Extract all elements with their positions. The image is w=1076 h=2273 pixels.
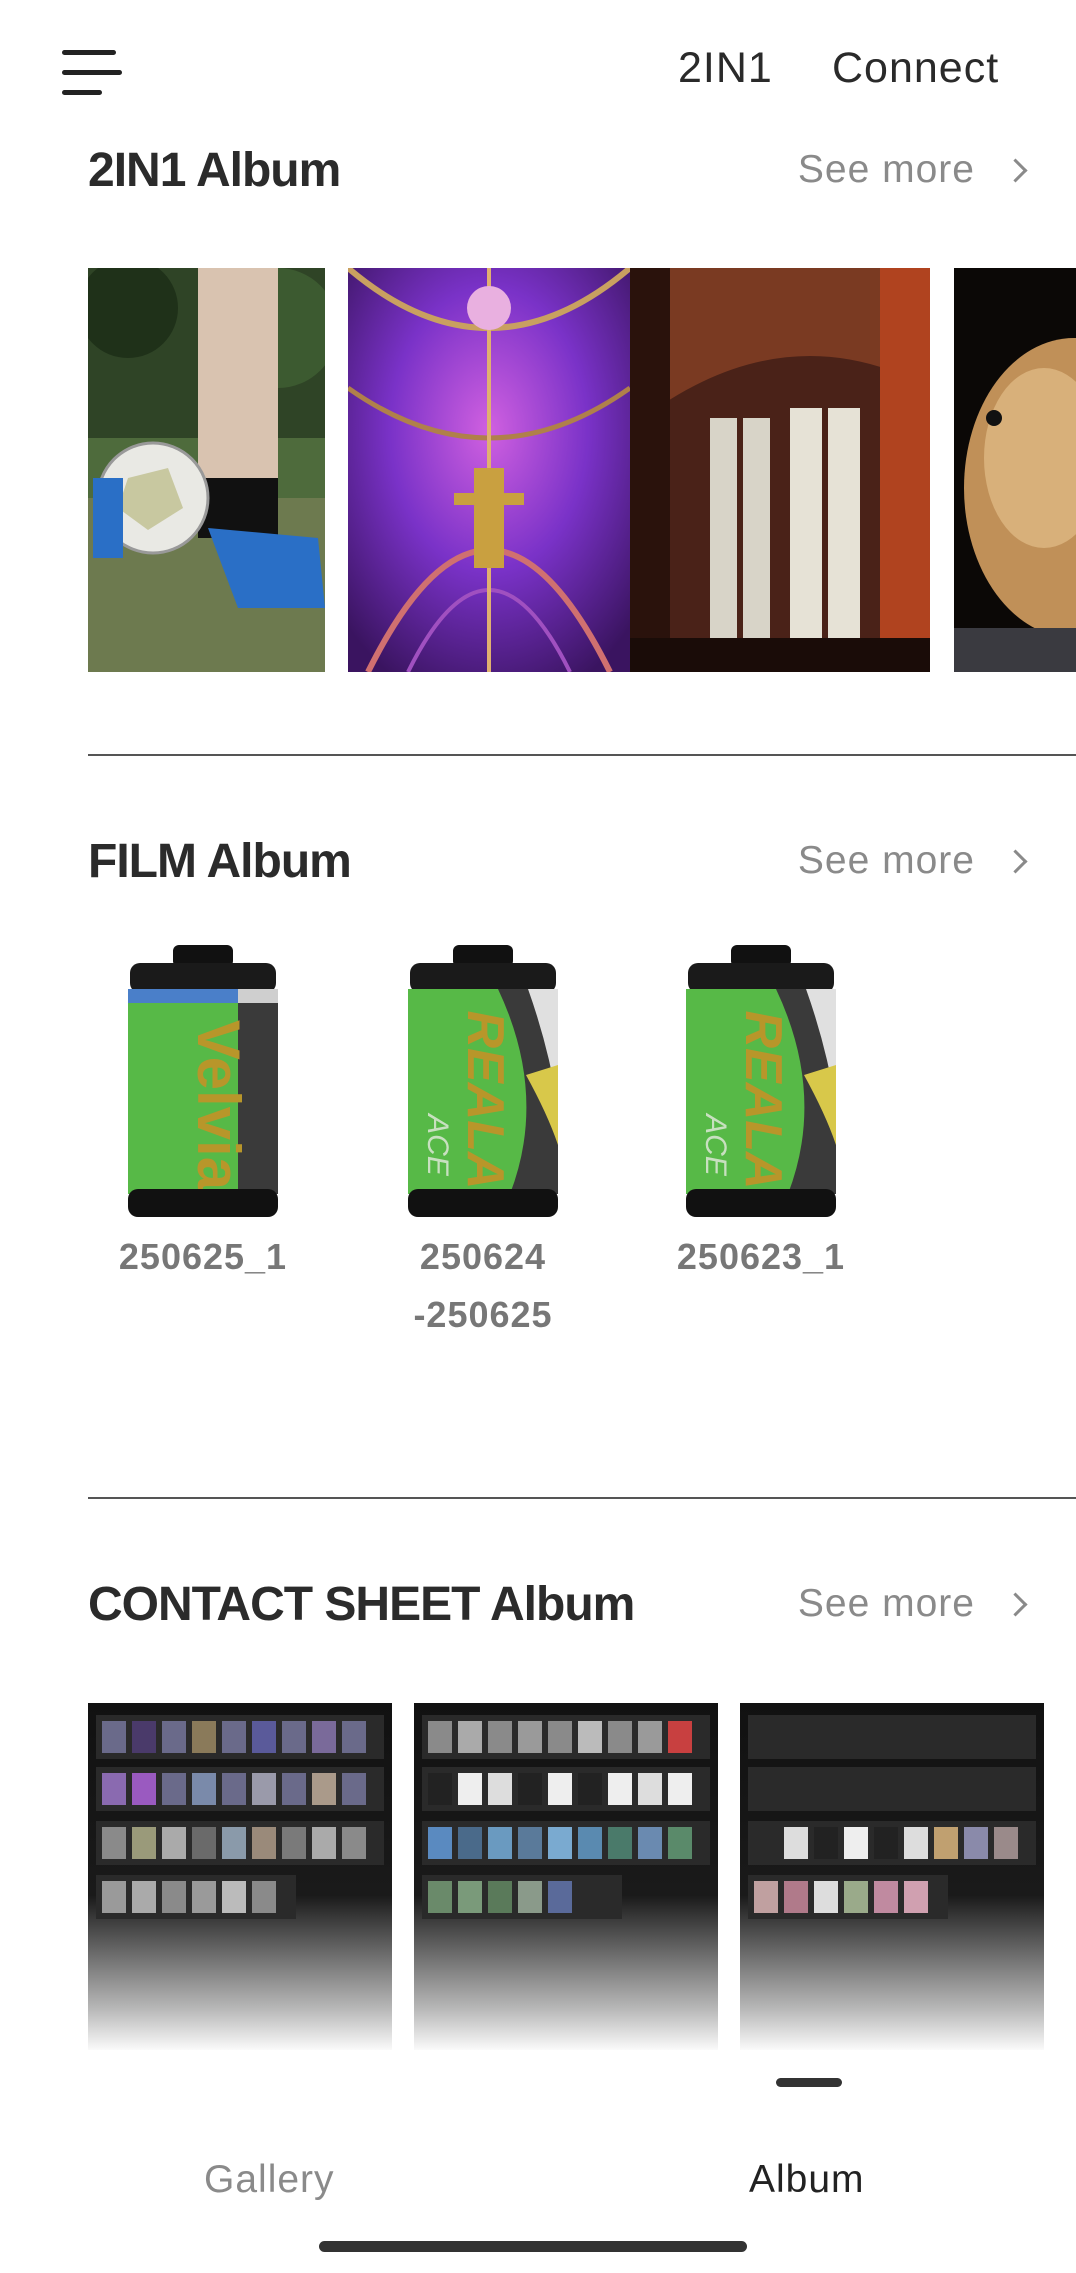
menu-icon[interactable] [62, 50, 122, 96]
film-roll-label: 250623_1 [676, 1236, 846, 1277]
see-more-label: See more [797, 839, 975, 882]
contact-sheet-thumbnail[interactable] [88, 1703, 392, 2053]
see-more-2in1-button[interactable]: See more [797, 148, 1028, 192]
film-brand-text: Velvia [185, 1020, 252, 1191]
film-roll-label: 250625_1 [118, 1236, 288, 1277]
film-sub-text: ACE [421, 1112, 454, 1177]
tab-gallery[interactable]: Gallery [204, 2158, 335, 2202]
film-roll-velvia[interactable]: Velvia [118, 945, 288, 1225]
see-more-label: See more [797, 148, 975, 191]
contact-sheet-thumbnail[interactable] [414, 1703, 718, 2053]
contact-sheet-thumbnail[interactable] [740, 1703, 1044, 2053]
see-more-film-button[interactable]: See more [797, 839, 1028, 883]
section-divider [88, 1497, 1076, 1499]
film-roll-reala[interactable]: REALA ACE [676, 945, 846, 1225]
photo-thumbnail[interactable] [348, 268, 630, 672]
chevron-right-icon [1003, 1591, 1028, 1617]
photo-thumbnail[interactable] [88, 268, 325, 672]
section-title-contact-sheet: CONTACT SHEET Album [88, 1578, 635, 1631]
film-brand-text: REALA [456, 1010, 514, 1189]
film-roll-label: 250624 -250625 [413, 1236, 553, 1335]
film-brand-text: REALA [734, 1010, 792, 1189]
active-tab-indicator [776, 2078, 842, 2087]
home-indicator[interactable] [319, 2241, 747, 2252]
photo-thumbnail[interactable] [630, 268, 930, 672]
section-divider [88, 754, 1076, 756]
tab-album[interactable]: Album [749, 2158, 865, 2202]
header-link-2in1[interactable]: 2IN1 [678, 44, 773, 93]
see-more-contact-sheet-button[interactable]: See more [797, 1582, 1028, 1626]
section-title-film: FILM Album [88, 835, 352, 888]
bottom-navigation: Gallery Album [0, 2050, 1076, 2273]
photo-thumbnail[interactable] [954, 268, 1076, 672]
film-roll-reala[interactable]: REALA ACE [398, 945, 568, 1225]
top-bar: 2IN1 Connect [0, 0, 1076, 140]
section-title-2in1: 2IN1 Album [88, 144, 341, 197]
chevron-right-icon [1003, 848, 1028, 874]
see-more-label: See more [797, 1582, 975, 1625]
film-sub-text: ACE [699, 1112, 732, 1177]
chevron-right-icon [1003, 157, 1028, 183]
header-link-connect[interactable]: Connect [832, 44, 999, 93]
